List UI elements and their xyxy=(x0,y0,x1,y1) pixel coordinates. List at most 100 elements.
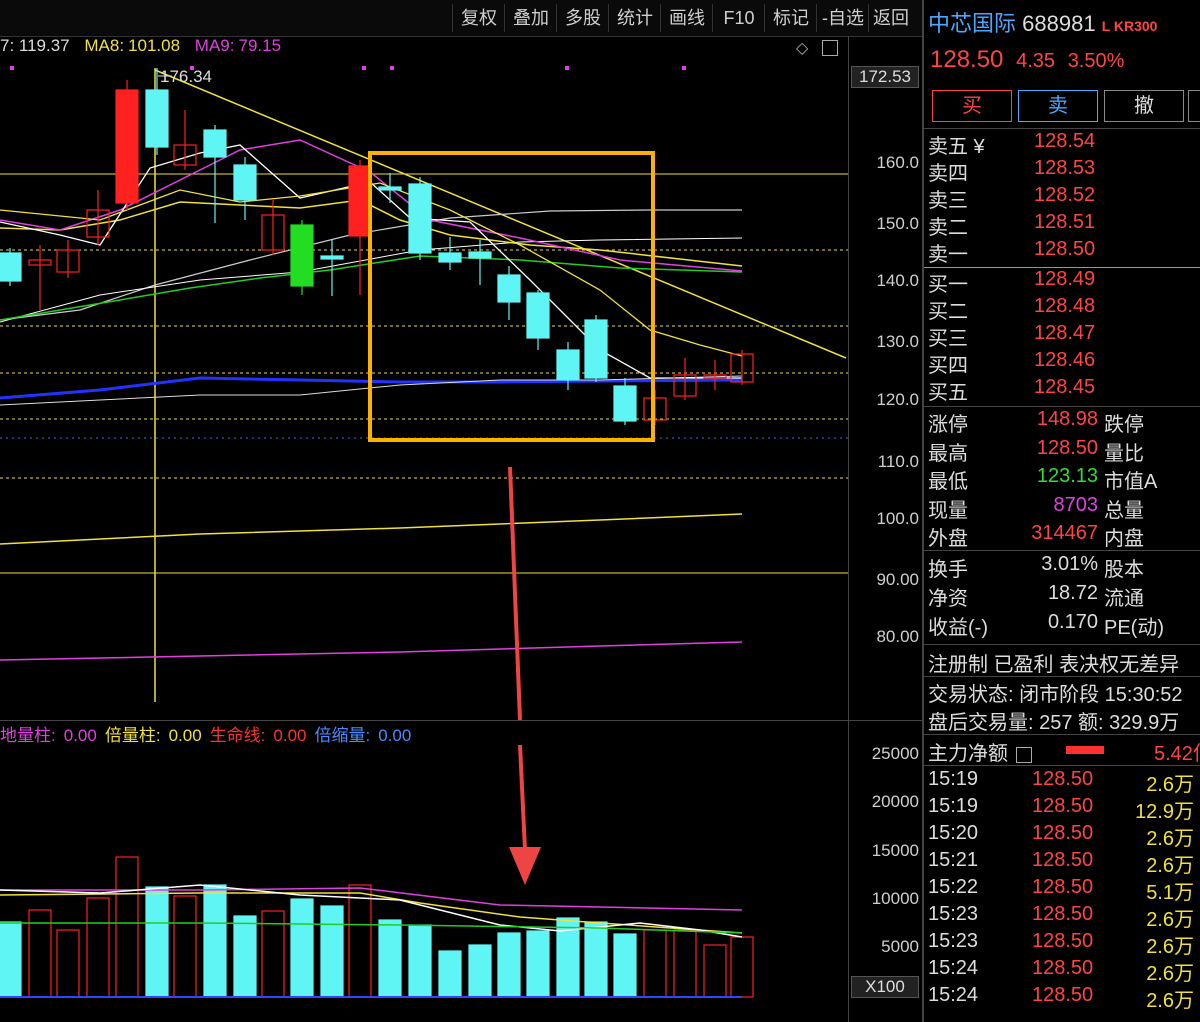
stock-name: 中芯国际 xyxy=(928,11,1017,36)
sell-button[interactable]: 卖 xyxy=(1018,90,1098,122)
tick-volume: 5.1万 xyxy=(1146,882,1194,904)
tick-price: 128.50 xyxy=(1032,768,1094,790)
stat-label: 市值A xyxy=(1104,471,1158,493)
arrow-head xyxy=(509,847,541,885)
tick-row: 15:23 128.50 2.6万 xyxy=(928,930,1198,958)
volume-bar xyxy=(115,856,139,998)
quote-panel: 中芯国际 688981 L KR300 128.50 4.35 3.50% 买 … xyxy=(922,0,1200,1022)
toolbar-button[interactable]: 多股 xyxy=(556,4,609,32)
tick-time: 15:22 xyxy=(928,876,979,898)
ma8-label: MA8: xyxy=(84,36,125,55)
candlestick-chart[interactable]: 176.34 xyxy=(0,60,848,720)
index-badge: L KR300 xyxy=(1101,18,1158,34)
stat-label: 股本 xyxy=(1104,559,1144,581)
ask-label: 卖一 xyxy=(928,244,968,266)
bid-row: 买五 128.45 xyxy=(928,376,1198,404)
list-icon[interactable] xyxy=(1015,746,1032,763)
price-axis-tick: 130.0 xyxy=(876,332,919,351)
ask-label: 卖二 xyxy=(928,217,968,239)
cancel-button[interactable]: 撤 xyxy=(1104,90,1184,122)
signal-dot xyxy=(565,66,569,70)
signal-dot xyxy=(10,66,14,70)
tick-price: 128.50 xyxy=(1032,795,1094,817)
volume-legend-value: 0.00 xyxy=(378,726,412,745)
volume-axis-tick: 5000 xyxy=(881,937,919,956)
tick-volume: 2.6万 xyxy=(1146,774,1194,796)
price-axis-tick: 160.0 xyxy=(876,153,919,172)
candle-body xyxy=(497,274,521,303)
trading-status: 交易状态: 闭市阶段 15:30:52 xyxy=(928,684,1183,706)
divider xyxy=(924,267,1200,268)
tick-price: 128.50 xyxy=(1032,930,1094,952)
tick-price: 128.50 xyxy=(1032,876,1094,898)
stat-row: 外盘 314467 内盘 xyxy=(928,522,1198,550)
candle-body xyxy=(584,319,608,379)
more-button[interactable] xyxy=(1188,90,1200,122)
ma9-label: MA9: xyxy=(194,36,235,55)
candle-body xyxy=(348,165,372,237)
stat-value: 18.72 xyxy=(1047,582,1098,604)
tick-volume: 2.6万 xyxy=(1146,828,1194,850)
main-flow-label: 主力净额 xyxy=(928,743,1008,765)
tick-time: 15:23 xyxy=(928,930,979,952)
bid-price: 128.48 xyxy=(1034,295,1096,317)
candle-body xyxy=(613,385,637,422)
tick-time: 15:20 xyxy=(928,822,979,844)
signal-dot xyxy=(682,66,686,70)
volume-bar xyxy=(526,930,550,998)
toolbar-button[interactable]: 画线 xyxy=(660,4,713,32)
tick-row: 15:20 128.50 2.6万 xyxy=(928,822,1198,850)
tick-time: 15:24 xyxy=(928,957,979,979)
annotation-arrow xyxy=(508,466,522,720)
ask-row: 卖五 ¥ 128.54 xyxy=(928,130,1198,158)
volume-legend: 地量柱: 0.00 倍量柱: 0.00 生命线: 0.00 倍缩量: 0.00 xyxy=(0,721,419,745)
candle-body xyxy=(556,349,580,381)
diamond-icon[interactable]: ◇ xyxy=(796,38,808,58)
toolbar-button[interactable]: 统计 xyxy=(608,4,661,32)
volume-chart[interactable] xyxy=(0,745,848,1000)
volume-bar xyxy=(348,884,372,998)
toolbar-button[interactable]: 复权 xyxy=(452,4,505,32)
volume-legend-value: 0.00 xyxy=(63,726,97,745)
divider xyxy=(924,406,1200,407)
toolbar-button[interactable]: 标记 xyxy=(764,4,817,32)
candle-body xyxy=(468,251,492,259)
volume-axis-tick: 20000 xyxy=(871,792,919,811)
tick-price: 128.50 xyxy=(1032,849,1094,871)
volume-bar xyxy=(290,898,314,998)
stat-value: 128.50 xyxy=(1036,436,1098,459)
main-flow-bar xyxy=(1066,746,1104,754)
panel-toggle-icon[interactable] xyxy=(822,40,838,56)
toolbar-button[interactable]: 返回 xyxy=(868,4,913,32)
price-axis-tick: 100.0 xyxy=(876,509,919,528)
stat-label: 流通 xyxy=(1104,588,1144,610)
toolbar-button[interactable]: F10 xyxy=(712,4,765,32)
toolbar-button[interactable]: 叠加 xyxy=(504,4,557,32)
stat-value: 8703 xyxy=(1053,493,1099,516)
stat-row: 涨停 148.98 跌停 xyxy=(928,408,1198,436)
bid-row: 买一 128.49 xyxy=(928,268,1198,296)
ask-price: 128.54 xyxy=(1034,130,1096,152)
divider xyxy=(924,550,1200,551)
buy-button[interactable]: 买 xyxy=(932,90,1012,122)
stat-value: 0.170 xyxy=(1047,611,1098,633)
tick-volume: 2.6万 xyxy=(1146,909,1194,931)
stat-label: 换手 xyxy=(928,559,968,581)
volume-axis-tick: 25000 xyxy=(871,744,919,763)
candle-body xyxy=(320,255,344,260)
ask-label: 卖四 xyxy=(928,163,968,185)
main-flow-row: 主力净额 5.42亿 xyxy=(928,737,1200,765)
stat-value: 3.01% xyxy=(1041,553,1098,575)
candle-body xyxy=(0,252,22,282)
tick-price: 128.50 xyxy=(1032,903,1094,925)
price-change: 4.35 xyxy=(1016,50,1056,72)
volume-bar xyxy=(613,933,637,998)
tick-row: 15:24 128.50 2.6万 xyxy=(928,984,1198,1012)
stat-label: 收益(-) xyxy=(928,617,988,639)
tick-row: 15:19 128.50 12.9万 xyxy=(928,795,1198,823)
signal-dot xyxy=(362,66,366,70)
volume-bar xyxy=(378,919,402,998)
tick-volume: 2.6万 xyxy=(1146,990,1194,1012)
toolbar-button[interactable]: -自选 xyxy=(816,4,869,32)
bid-price: 128.49 xyxy=(1034,268,1096,290)
